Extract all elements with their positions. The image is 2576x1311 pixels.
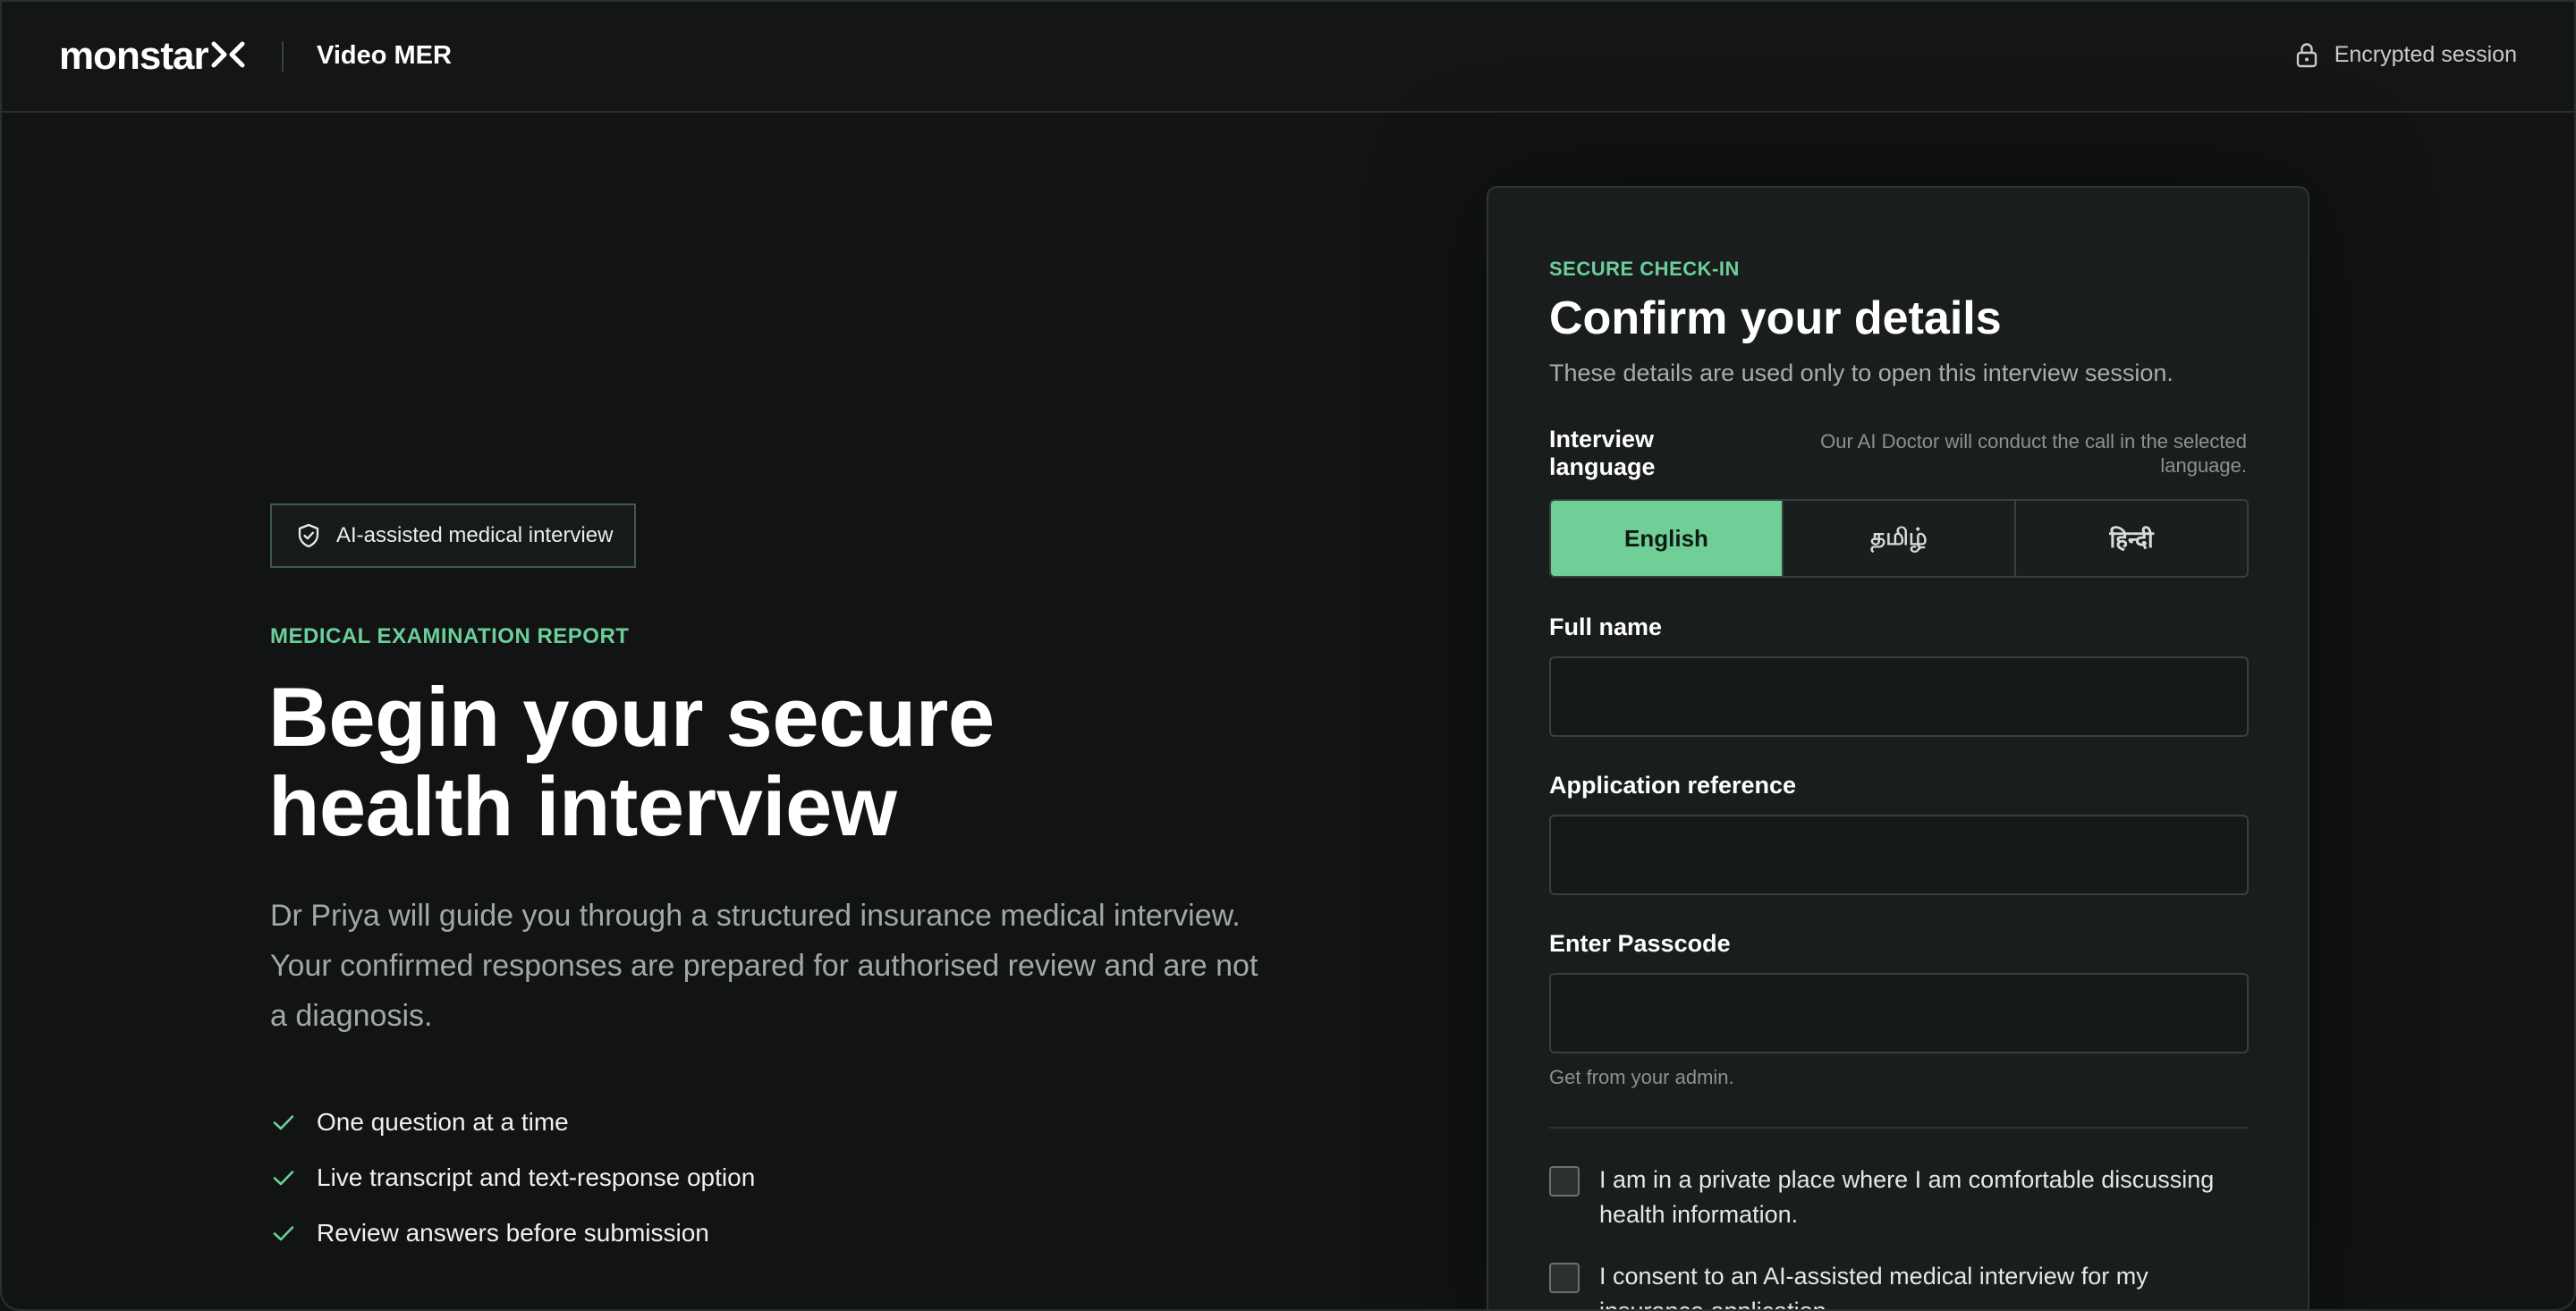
check-icon [273,1115,294,1130]
application-reference-label: Application reference [1549,772,1797,799]
product-name: Video MER [317,41,452,70]
checkin-card: SECURE CHECK-IN Confirm your details The… [1487,186,2309,1309]
logo-mark-icon [211,41,245,68]
language-option-english[interactable]: English [1551,501,1784,576]
encrypted-session-indicator: Encrypted session [2293,41,2517,68]
feature-item: Live transcript and text-response option [270,1150,755,1205]
language-option-hindi[interactable]: हिन्दी [2016,501,2247,576]
full-name-input[interactable] [1549,656,2249,737]
shield-check-icon [298,523,319,548]
language-selector: English தமிழ் हिन्दी [1549,499,2249,578]
passcode-input[interactable] [1549,973,2249,1053]
ai-interview-consent-label[interactable]: I consent to an AI-assisted medical inte… [1599,1259,2249,1309]
checkin-subtitle: These details are used only to open this… [1549,359,2174,386]
app-window: monstar Video MER Encrypted session AI-a… [0,0,2576,1311]
language-hint: Our AI Doctor will conduct the call in t… [1820,430,2247,477]
feature-label: Live transcript and text-response option [317,1163,756,1191]
hero-eyebrow: MEDICAL EXAMINATION REPORT [270,624,630,648]
ai-interview-consent-checkbox[interactable] [1549,1263,1580,1293]
feature-label: Review answers before submission [317,1219,709,1247]
application-reference-input[interactable] [1549,815,2249,895]
monstarx-logo[interactable]: monstar [59,34,246,79]
top-bar: monstar Video MER Encrypted session [2,2,2574,113]
hero-title: Begin your secure health interview [268,672,1252,851]
checkin-eyebrow: SECURE CHECK-IN [1549,258,1740,280]
check-icon [273,1171,294,1186]
check-icon [273,1226,294,1241]
passcode-label: Enter Passcode [1549,930,1731,957]
hero-title-line-2: health interview [268,759,897,853]
header-divider [282,41,284,72]
badge-label: AI-assisted medical interview [336,523,614,547]
private-place-checkbox[interactable] [1549,1166,1580,1197]
feature-list: One question at a time Live transcript a… [270,1095,755,1261]
checkin-title: Confirm your details [1549,292,2002,344]
divider [1549,1127,2249,1129]
passcode-helper-text: Get from your admin. [1549,1066,1734,1088]
feature-label: One question at a time [317,1108,569,1136]
private-place-label[interactable]: I am in a private place where I am comfo… [1599,1163,2249,1232]
hero-title-line-1: Begin your secure [268,670,995,764]
hero-description: Dr Priya will guide you through a struct… [270,899,1258,1033]
consent-private-place[interactable]: I am in a private place where I am comfo… [1549,1163,2249,1232]
full-name-label: Full name [1549,613,1663,640]
language-label: Interview language [1549,426,1656,480]
session-label: Encrypted session [2334,41,2517,67]
logo-wordmark: monstar [59,34,209,78]
feature-item: One question at a time [270,1095,755,1150]
ai-interview-badge: AI-assisted medical interview [270,503,636,568]
lock-icon [2296,43,2317,68]
language-option-tamil[interactable]: தமிழ் [1784,501,2016,576]
feature-item: Review answers before submission [270,1205,755,1261]
consent-ai-interview[interactable]: I consent to an AI-assisted medical inte… [1549,1259,2249,1309]
